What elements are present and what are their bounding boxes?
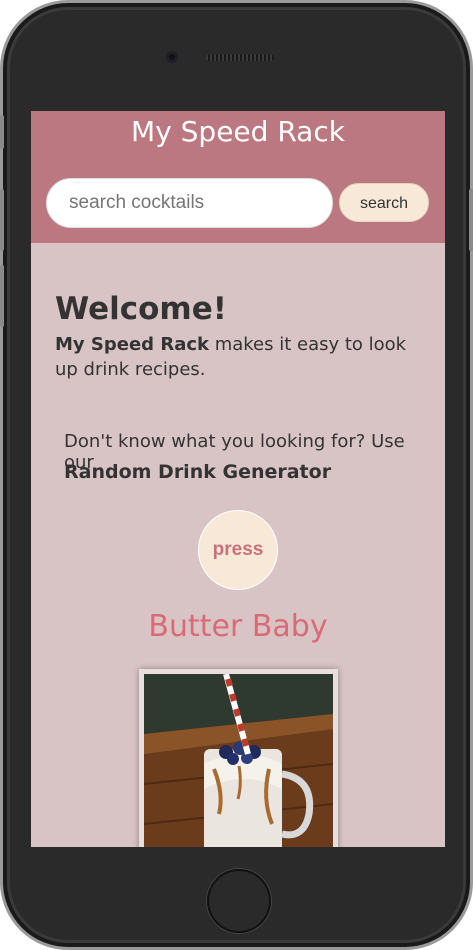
app-title: My Speed Rack bbox=[131, 115, 345, 148]
app-header: My Speed Rack search bbox=[31, 111, 445, 243]
welcome-heading: Welcome! bbox=[55, 291, 227, 327]
search-input[interactable] bbox=[46, 178, 333, 228]
drink-name: Butter Baby bbox=[148, 609, 328, 644]
search-button[interactable]: search bbox=[339, 183, 429, 222]
drink-photo bbox=[139, 669, 338, 847]
mute-switch bbox=[0, 115, 4, 149]
home-button[interactable] bbox=[207, 869, 271, 933]
brand-name: My Speed Rack bbox=[55, 334, 209, 355]
volume-up-button bbox=[0, 189, 4, 251]
press-button[interactable]: press bbox=[198, 510, 278, 590]
welcome-text: My Speed Rack makes it easy to look up d… bbox=[55, 332, 415, 382]
random-generator-title: Random Drink Generator bbox=[64, 461, 332, 483]
phone-frame: My Speed Rack search Welcome! My Speed R… bbox=[0, 0, 473, 950]
earpiece-speaker bbox=[206, 54, 274, 61]
app-screen: My Speed Rack search Welcome! My Speed R… bbox=[31, 111, 445, 847]
drink-image bbox=[144, 674, 333, 847]
milkshake-illustration bbox=[144, 674, 333, 847]
volume-down-button bbox=[0, 265, 4, 327]
power-button bbox=[469, 189, 473, 251]
front-camera bbox=[166, 51, 178, 63]
